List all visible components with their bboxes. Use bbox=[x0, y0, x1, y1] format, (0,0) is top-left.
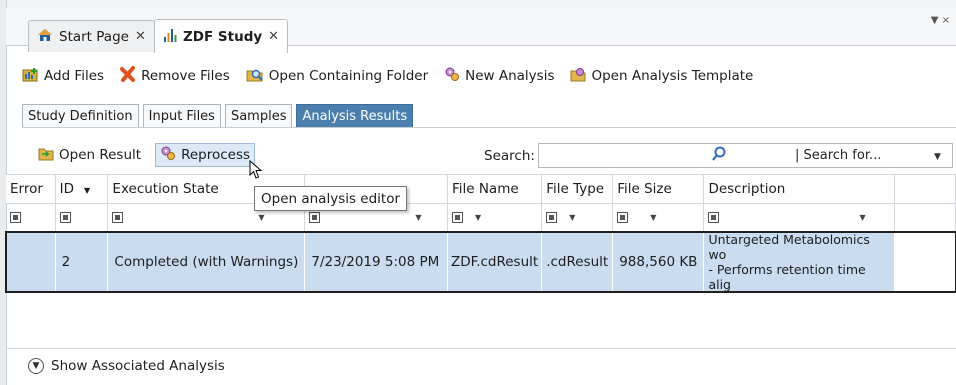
search-label: Search: bbox=[484, 148, 535, 164]
reprocess-label: Reprocess bbox=[181, 147, 251, 163]
analysis-results-grid: Error ID ▼ Execution State File Name File… bbox=[5, 174, 956, 293]
folder-search-icon bbox=[246, 66, 264, 86]
column-header-file-name[interactable]: File Name bbox=[447, 174, 543, 204]
chevron-down-icon: ▼ bbox=[415, 213, 422, 222]
add-files-label: Add Files bbox=[44, 68, 105, 84]
sort-descending-icon: ▼ bbox=[84, 186, 91, 195]
filter-cell-empty bbox=[894, 203, 956, 232]
filter-cell-file-size[interactable]: ▼ bbox=[612, 203, 705, 232]
filter-icon bbox=[59, 212, 71, 223]
search-field-selector[interactable]: | Search for... bbox=[795, 148, 881, 163]
tab-input-files[interactable]: Input Files bbox=[142, 104, 221, 128]
open-containing-folder-label: Open Containing Folder bbox=[268, 68, 429, 84]
column-header-file-type[interactable]: File Type bbox=[541, 174, 614, 204]
results-table: Error ID ▼ Execution State File Name File… bbox=[5, 174, 956, 293]
cell-file-type: .cdResult bbox=[541, 231, 614, 292]
column-header-row: Error ID ▼ Execution State File Name File… bbox=[6, 174, 956, 204]
cell-error bbox=[6, 231, 56, 292]
tab-zdf-study-label: ZDF Study bbox=[183, 28, 263, 45]
chevron-down-icon: ▼ bbox=[650, 213, 657, 222]
add-files-icon bbox=[22, 67, 39, 86]
footer-divider bbox=[6, 348, 956, 349]
open-analysis-template-button[interactable]: Open Analysis Template bbox=[570, 66, 753, 86]
window-top-strip bbox=[0, 0, 956, 8]
open-result-icon bbox=[38, 145, 54, 165]
cell-file-name: ZDF.cdResult bbox=[447, 231, 543, 292]
mouse-cursor-icon bbox=[249, 159, 263, 184]
new-analysis-label: New Analysis bbox=[465, 68, 555, 84]
chevron-down-icon: ▼ bbox=[258, 213, 265, 222]
chevron-down-icon[interactable]: ▼ bbox=[934, 152, 941, 162]
cell-id: 2 bbox=[55, 231, 109, 292]
cell-empty bbox=[894, 231, 956, 292]
open-result-label: Open Result bbox=[59, 147, 142, 163]
tab-zdf-study[interactable]: ZDF Study ✕ bbox=[154, 19, 289, 53]
description-line: Untargeted Metabolomics wo bbox=[708, 232, 870, 262]
column-header-id[interactable]: ID ▼ bbox=[55, 174, 109, 204]
filter-icon bbox=[112, 212, 124, 223]
filter-icon bbox=[546, 212, 558, 223]
home-icon bbox=[37, 28, 53, 46]
filter-row: ▼ ▼ ▼ ▼ ▼ ▼ bbox=[6, 203, 956, 232]
chart-icon bbox=[163, 28, 177, 46]
filter-cell-description[interactable]: ▼ bbox=[703, 203, 895, 232]
tab-samples[interactable]: Samples bbox=[224, 104, 293, 128]
search-input[interactable] bbox=[538, 143, 953, 168]
cell-description: Untargeted Metabolomics wo - Performs re… bbox=[703, 231, 895, 292]
chevron-down-icon: ▼ bbox=[859, 213, 866, 222]
close-icon[interactable]: ✕ bbox=[268, 29, 279, 44]
filter-cell-error[interactable] bbox=[6, 203, 56, 232]
filter-cell-file-name[interactable]: ▼ bbox=[447, 203, 543, 232]
close-icon[interactable]: ✕ bbox=[135, 29, 146, 44]
open-result-button[interactable]: Open Result bbox=[34, 143, 145, 167]
description-line: - Performs retention time alig bbox=[708, 262, 866, 292]
table-row[interactable]: 2 Completed (with Warnings) 7/23/2019 5:… bbox=[5, 230, 956, 293]
study-toolbar: Add Files Remove Files Open Containing F… bbox=[22, 64, 753, 88]
add-files-button[interactable]: Add Files bbox=[22, 67, 104, 86]
filter-icon bbox=[10, 212, 21, 223]
filter-cell-file-type[interactable]: ▼ bbox=[541, 203, 614, 232]
cell-execution-state: Completed (with Warnings) bbox=[107, 231, 306, 292]
show-associated-analysis-label: Show Associated Analysis bbox=[51, 358, 225, 374]
tab-start-page-label: Start Page bbox=[59, 28, 129, 45]
gears-icon bbox=[160, 145, 176, 165]
study-subtabs: Study Definition Input Files Samples Ana… bbox=[22, 104, 414, 128]
reprocess-button[interactable]: Reprocess bbox=[155, 143, 256, 167]
document-tab-bar: Start Page ✕ ZDF Study ✕ bbox=[6, 8, 956, 53]
remove-files-label: Remove Files bbox=[141, 68, 230, 84]
filter-icon bbox=[451, 212, 463, 223]
gears-icon bbox=[444, 66, 460, 86]
filter-icon bbox=[309, 212, 321, 223]
search-icon[interactable] bbox=[711, 146, 727, 166]
column-header-file-size[interactable]: File Size bbox=[612, 174, 705, 204]
remove-files-button[interactable]: Remove Files bbox=[120, 66, 230, 86]
column-header-empty bbox=[894, 174, 956, 204]
cell-file-size: 988,560 KB bbox=[612, 231, 705, 292]
tab-study-definition[interactable]: Study Definition bbox=[22, 104, 139, 128]
remove-x-icon bbox=[120, 66, 136, 86]
tab-start-page[interactable]: Start Page ✕ bbox=[28, 20, 155, 52]
template-icon bbox=[570, 66, 586, 86]
tab-analysis-results[interactable]: Analysis Results bbox=[296, 104, 414, 128]
filter-cell-id[interactable] bbox=[55, 203, 109, 232]
tooltip: Open analysis editor bbox=[254, 186, 408, 211]
new-analysis-button[interactable]: New Analysis bbox=[444, 66, 554, 86]
tab-list-dropdown-icon[interactable]: ▼ × bbox=[931, 15, 950, 26]
chevron-down-icon: ▼ bbox=[569, 213, 576, 222]
filter-icon bbox=[617, 212, 629, 223]
column-header-description[interactable]: Description bbox=[703, 174, 895, 204]
column-header-id-label: ID bbox=[59, 181, 75, 197]
open-analysis-template-label: Open Analysis Template bbox=[591, 68, 754, 84]
expand-chevron-icon[interactable]: ▼ bbox=[28, 358, 44, 374]
filter-icon bbox=[708, 212, 720, 223]
subtab-divider bbox=[22, 127, 956, 128]
open-containing-folder-button[interactable]: Open Containing Folder bbox=[246, 66, 428, 86]
chevron-down-icon: ▼ bbox=[474, 213, 482, 222]
cell-date: 7/23/2019 5:08 PM bbox=[304, 231, 448, 292]
results-toolbar: Open Result Reprocess bbox=[34, 143, 256, 167]
show-associated-analysis-toggle[interactable]: ▼ Show Associated Analysis bbox=[28, 358, 225, 374]
column-header-error[interactable]: Error bbox=[6, 174, 56, 204]
